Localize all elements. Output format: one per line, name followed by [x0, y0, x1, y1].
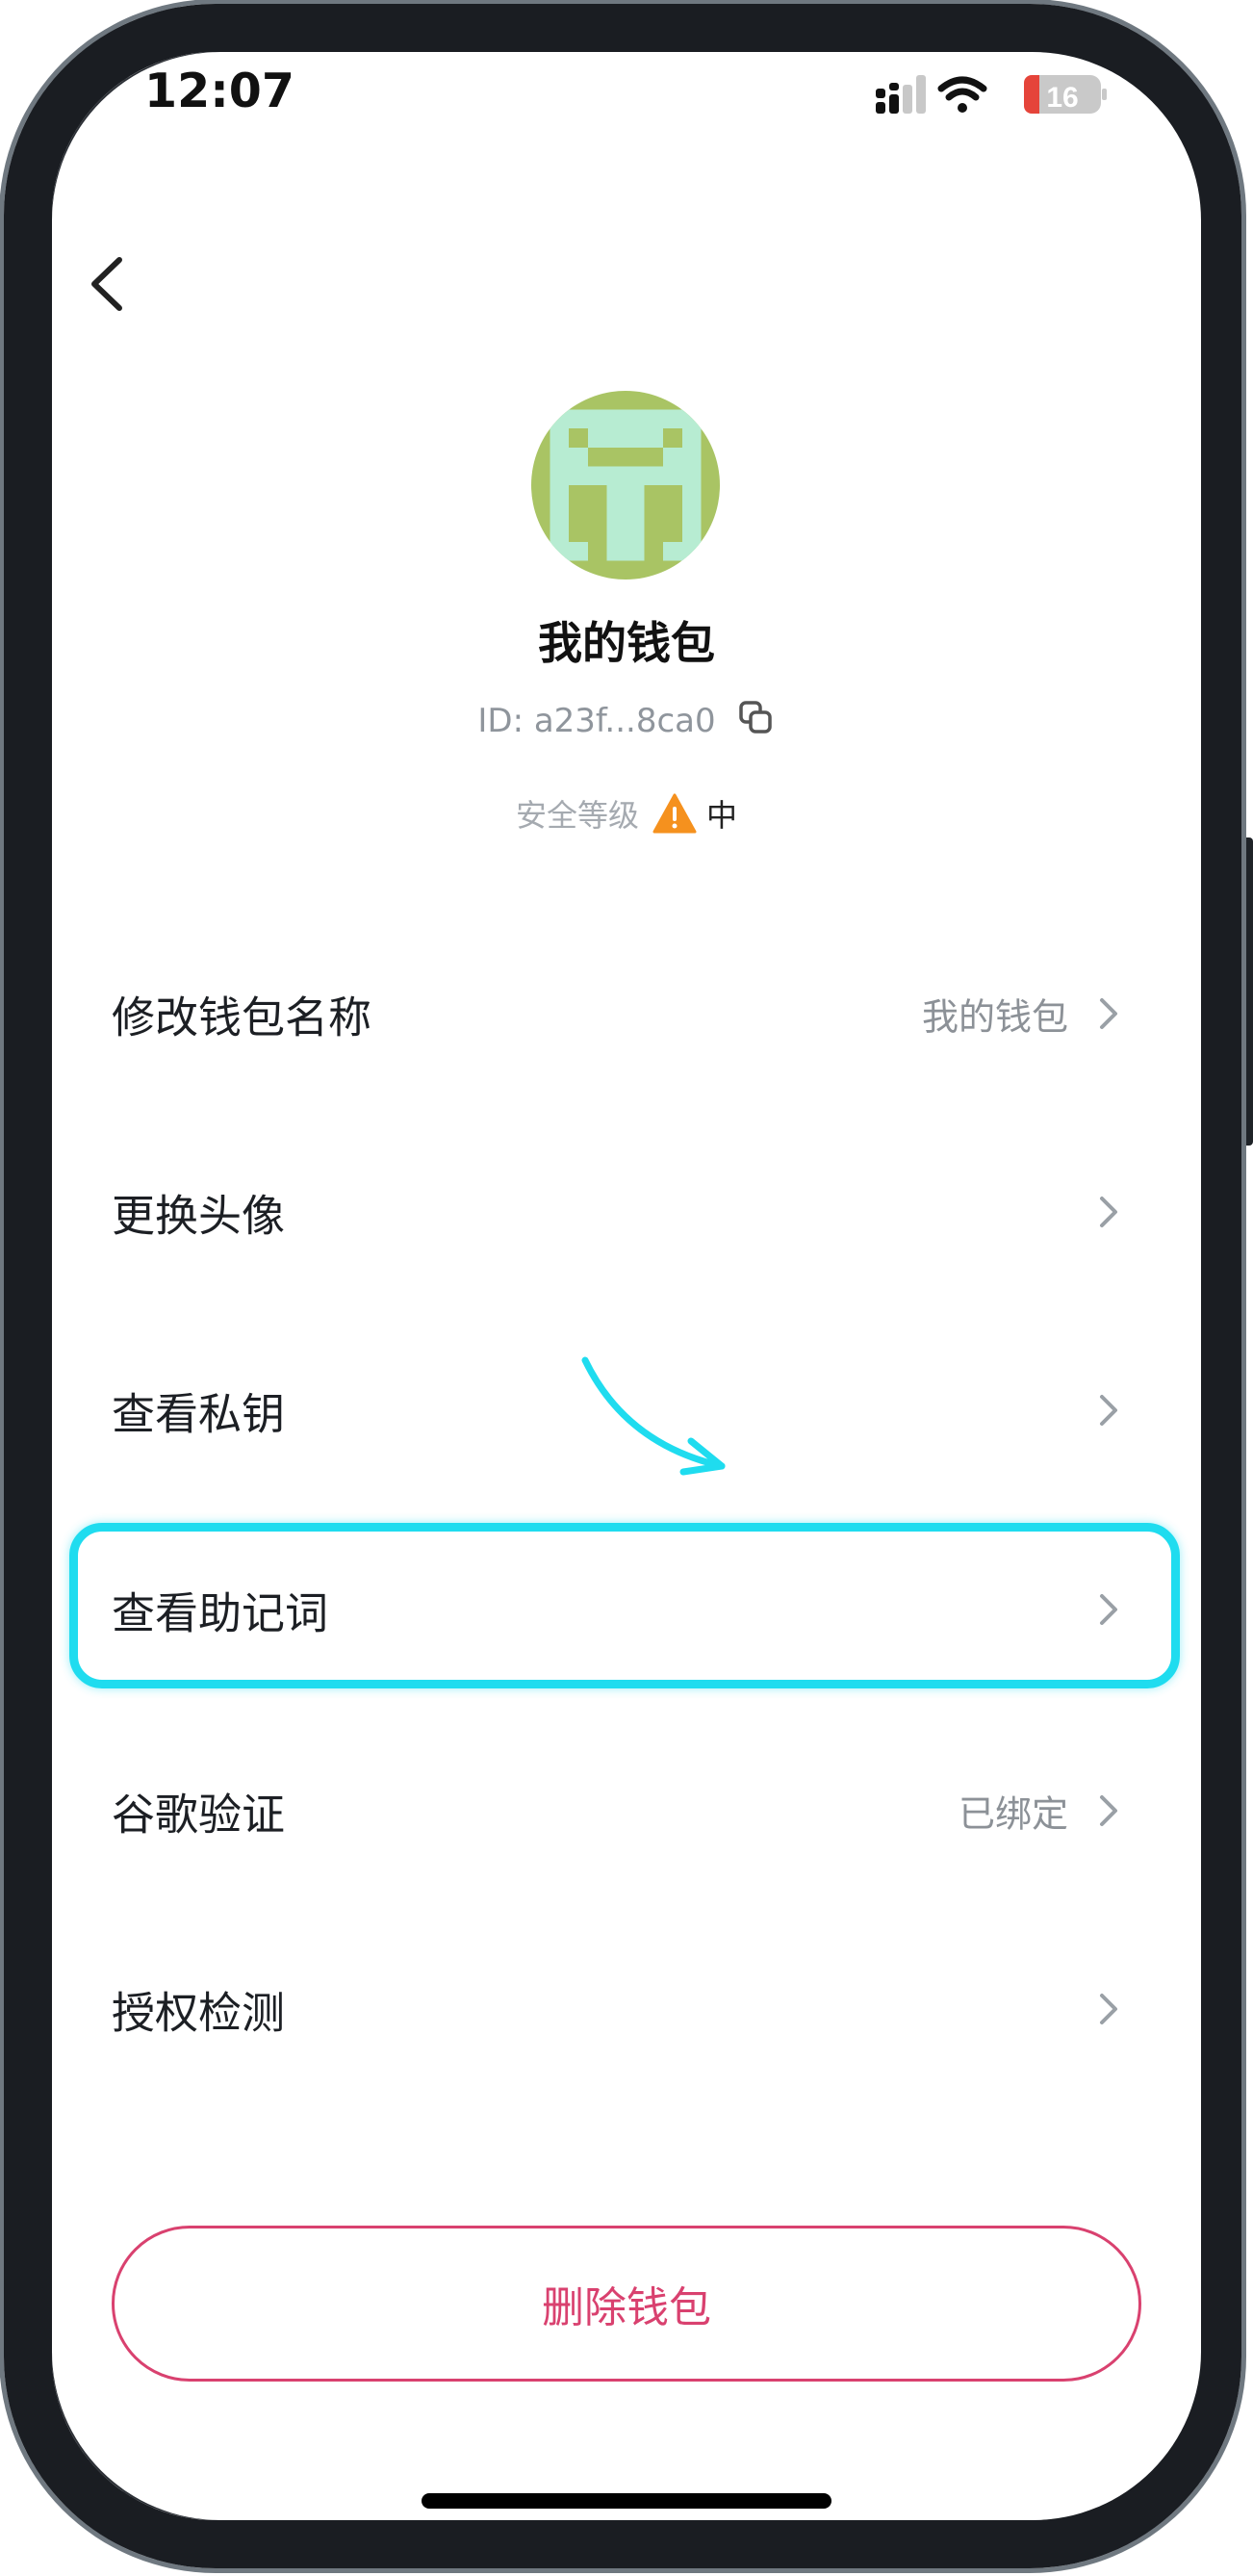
security-level-row: 安全等级 中	[0, 791, 1253, 836]
menu-item-label: 更换头像	[112, 1190, 286, 1242]
warning-icon	[652, 793, 697, 834]
menu-item-label: 查看私钥	[112, 1388, 286, 1440]
wallet-id: ID: a23f...8ca0	[477, 702, 716, 740]
cellular-signal-icon	[876, 75, 926, 114]
menu-item-label: 谷歌验证	[112, 1789, 286, 1841]
chevron-left-icon	[91, 257, 122, 311]
menu-item-google-auth[interactable]: 谷歌验证 已绑定	[73, 1739, 1141, 1883]
copy-icon[interactable]	[737, 699, 776, 737]
highlight-annotation	[69, 1523, 1180, 1688]
home-indicator[interactable]	[422, 2493, 831, 2509]
battery-icon: 16	[1024, 75, 1107, 114]
wallet-id-row: ID: a23f...8ca0	[0, 699, 1253, 740]
security-label: 安全等级	[515, 797, 639, 834]
battery-level: 16	[1046, 82, 1078, 114]
chevron-right-icon	[1100, 1795, 1117, 1826]
arrow-annotation-icon	[581, 1356, 726, 1476]
wifi-icon	[937, 76, 987, 113]
menu-item-label: 授权检测	[112, 1987, 286, 2039]
wallet-name: 我的钱包	[538, 617, 715, 669]
chevron-right-icon	[1100, 1994, 1117, 2024]
status-time: 12:07	[144, 64, 294, 118]
menu-item-authorization-check[interactable]: 授权检测	[73, 1937, 1141, 2081]
menu-item-label: 修改钱包名称	[112, 992, 372, 1043]
delete-wallet-button[interactable]: 删除钱包	[112, 2226, 1141, 2382]
chevron-right-icon	[1100, 1197, 1117, 1227]
menu-item-change-avatar[interactable]: 更换头像	[73, 1140, 1141, 1284]
power-button	[1241, 837, 1253, 1146]
status-icons: 16	[818, 67, 1107, 125]
chevron-right-icon	[1100, 998, 1117, 1029]
chevron-right-icon	[1100, 1395, 1117, 1426]
back-button[interactable]	[73, 241, 150, 327]
avatar	[531, 391, 720, 580]
menu-item-value: 我的钱包	[921, 995, 1068, 1039]
menu-item-value: 已绑定	[958, 1792, 1068, 1836]
menu-item-rename-wallet[interactable]: 修改钱包名称 我的钱包	[73, 941, 1141, 1086]
security-level-value: 中	[706, 797, 738, 834]
